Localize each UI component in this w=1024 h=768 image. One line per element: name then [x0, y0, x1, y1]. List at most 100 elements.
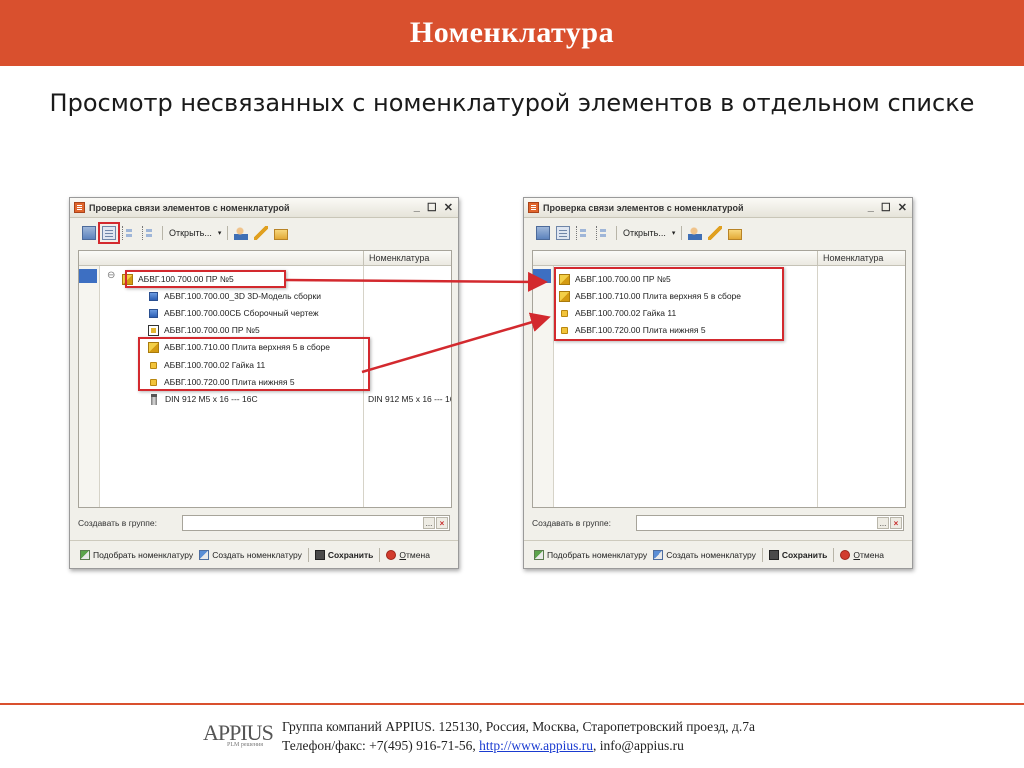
- window-app-icon: [528, 202, 539, 213]
- close-button[interactable]: ✕: [898, 201, 907, 214]
- cancel-button[interactable]: Отмена: [386, 549, 430, 560]
- link-document-icon[interactable]: [82, 226, 96, 240]
- 3d-model-icon: [149, 291, 158, 301]
- button-label: Создать номенклатуру: [212, 549, 302, 560]
- create-nomenclature-button[interactable]: Создать номенклатуру: [653, 549, 756, 560]
- unlinked-list-grid[interactable]: Номенклатура АБВГ.100.700.00 ПР №5 АБВГ.…: [532, 250, 906, 508]
- clear-button[interactable]: ×: [890, 517, 902, 529]
- action-separator: [761, 547, 763, 562]
- action-separator: [833, 547, 835, 562]
- open-dropdown-button[interactable]: Открыть...: [623, 228, 666, 238]
- grid-gutter: [79, 266, 100, 507]
- cancel-icon: [840, 549, 851, 560]
- right-window: Проверка связи элементов с номенклатурой…: [523, 197, 913, 569]
- tools-icon[interactable]: [708, 226, 723, 240]
- create-in-group-row: Создавать в группе: ... ×: [532, 515, 904, 531]
- folder-icon[interactable]: [274, 228, 289, 240]
- pick-icon: [534, 549, 544, 560]
- tree-row[interactable]: DIN 912 M5 x 16 --- 16C: [148, 391, 258, 407]
- button-label: Сохранить: [327, 549, 374, 560]
- window-title: Проверка связи элементов с номенклатурой: [543, 202, 744, 213]
- create-in-group-input[interactable]: ... ×: [182, 515, 450, 531]
- action-bar: Подобрать номенклатуру Создать номенклат…: [524, 540, 912, 568]
- user-icon[interactable]: [234, 226, 249, 240]
- create-in-group-label: Создавать в группе:: [78, 518, 157, 528]
- footer-phone-line: Телефон/факс: +7(495) 916-71-56, http://…: [282, 736, 755, 755]
- window-titlebar[interactable]: Проверка связи элементов с номенклатурой…: [70, 198, 458, 218]
- window-app-icon: [74, 202, 85, 213]
- window-toolbar: Открыть... ▾: [70, 220, 458, 246]
- tree-row-label: АБВГ.100.700.00 ПР №5: [164, 325, 260, 335]
- pick-nomenclature-button[interactable]: Подобрать номенклатуру: [80, 549, 193, 560]
- show-unlinked-list-icon[interactable]: [556, 226, 570, 240]
- minimize-button[interactable]: _: [414, 201, 420, 214]
- column-header-nomenclature[interactable]: Номенклатура: [817, 251, 883, 266]
- pick-nomenclature-button[interactable]: Подобрать номенклатуру: [534, 549, 648, 560]
- tree-grid[interactable]: Номенклатура ⊖ АБВГ.100.700.00 ПР №5 АБВ…: [78, 250, 452, 508]
- create-in-group-input[interactable]: ... ×: [636, 515, 904, 531]
- folder-icon[interactable]: [728, 228, 743, 240]
- drawing-icon: [149, 308, 158, 318]
- tree-row-label: DIN 912 M5 x 16 --- 16C: [165, 394, 258, 404]
- pick-icon: [80, 549, 90, 560]
- tools-icon[interactable]: [254, 226, 269, 240]
- button-label: Подобрать номенклатуру: [547, 549, 648, 560]
- website-link[interactable]: http://www.appius.ru: [479, 738, 593, 753]
- tree-expand-icon[interactable]: [122, 226, 136, 240]
- create-in-group-label: Создавать в группе:: [532, 518, 611, 528]
- maximize-button[interactable]: ☐: [881, 201, 891, 214]
- clear-button[interactable]: ×: [436, 517, 448, 529]
- button-label: тмена: [860, 549, 884, 560]
- collapse-node-icon[interactable]: ⊖: [107, 270, 115, 281]
- action-separator: [379, 547, 381, 562]
- grid-header: Номенклатура: [533, 251, 905, 266]
- window-title: Проверка связи элементов с номенклатурой: [89, 202, 290, 213]
- footer-divider: [0, 703, 1024, 705]
- save-button[interactable]: Сохранить: [314, 549, 374, 560]
- browse-button[interactable]: ...: [423, 517, 435, 529]
- action-bar: Подобрать номенклатуру Создать номенклат…: [70, 540, 458, 568]
- browse-button[interactable]: ...: [877, 517, 889, 529]
- tree-row-label: АБВГ.100.700.00СБ Сборочный чертеж: [164, 308, 319, 318]
- open-dropdown-button[interactable]: Открыть...: [169, 228, 212, 238]
- window-titlebar[interactable]: Проверка связи элементов с номенклатурой…: [524, 198, 912, 218]
- tree-row[interactable]: АБВГ.100.700.00 ПР №5: [148, 322, 260, 338]
- left-window: Проверка связи элементов с номенклатурой…: [69, 197, 459, 569]
- button-label: Создать номенклатуру: [666, 549, 756, 560]
- tree-collapse-icon[interactable]: [142, 226, 156, 240]
- create-nomenclature-button[interactable]: Создать номенклатуру: [199, 549, 302, 560]
- specification-icon: [148, 324, 159, 336]
- tree-row[interactable]: АБВГ.100.700.00_3D 3D-Модель сборки: [148, 288, 321, 304]
- highlight-frame-list: [554, 267, 784, 341]
- cancel-icon: [386, 549, 397, 560]
- chevron-down-icon[interactable]: ▾: [672, 229, 676, 237]
- grid-header: Номенклатура: [79, 251, 451, 266]
- slide-title: Номенклатура: [409, 16, 615, 49]
- tree-expand-icon[interactable]: [576, 226, 590, 240]
- selected-row-marker: [79, 269, 97, 283]
- link-document-icon[interactable]: [536, 226, 550, 240]
- logo-tagline: PLM решения: [227, 742, 263, 748]
- window-toolbar: Открыть... ▾: [524, 220, 912, 246]
- create-in-group-row: Создавать в группе: ... ×: [78, 515, 450, 531]
- chevron-down-icon[interactable]: ▾: [218, 229, 222, 237]
- title-banner: Номенклатура: [0, 0, 1024, 66]
- tree-collapse-icon[interactable]: [596, 226, 610, 240]
- maximize-button[interactable]: ☐: [427, 201, 437, 214]
- toolbar-separator: [681, 226, 683, 240]
- show-unlinked-list-icon[interactable]: [98, 222, 120, 244]
- cancel-button[interactable]: Отмена: [840, 549, 884, 560]
- column-header-nomenclature[interactable]: Номенклатура: [363, 251, 429, 266]
- user-icon[interactable]: [688, 226, 703, 240]
- column-divider: [817, 266, 818, 507]
- button-label: тмена: [406, 549, 430, 560]
- highlight-frame-unlinked: [138, 337, 370, 391]
- save-button[interactable]: Сохранить: [768, 549, 827, 560]
- tree-row-label: АБВГ.100.700.00_3D 3D-Модель сборки: [164, 291, 321, 301]
- footer-phone: Телефон/факс: +7(495) 916-71-56,: [282, 738, 480, 753]
- minimize-button[interactable]: _: [868, 201, 874, 214]
- close-button[interactable]: ✕: [444, 201, 453, 214]
- action-separator: [307, 547, 309, 562]
- toolbar-separator: [227, 226, 229, 240]
- tree-row[interactable]: АБВГ.100.700.00СБ Сборочный чертеж: [148, 305, 319, 321]
